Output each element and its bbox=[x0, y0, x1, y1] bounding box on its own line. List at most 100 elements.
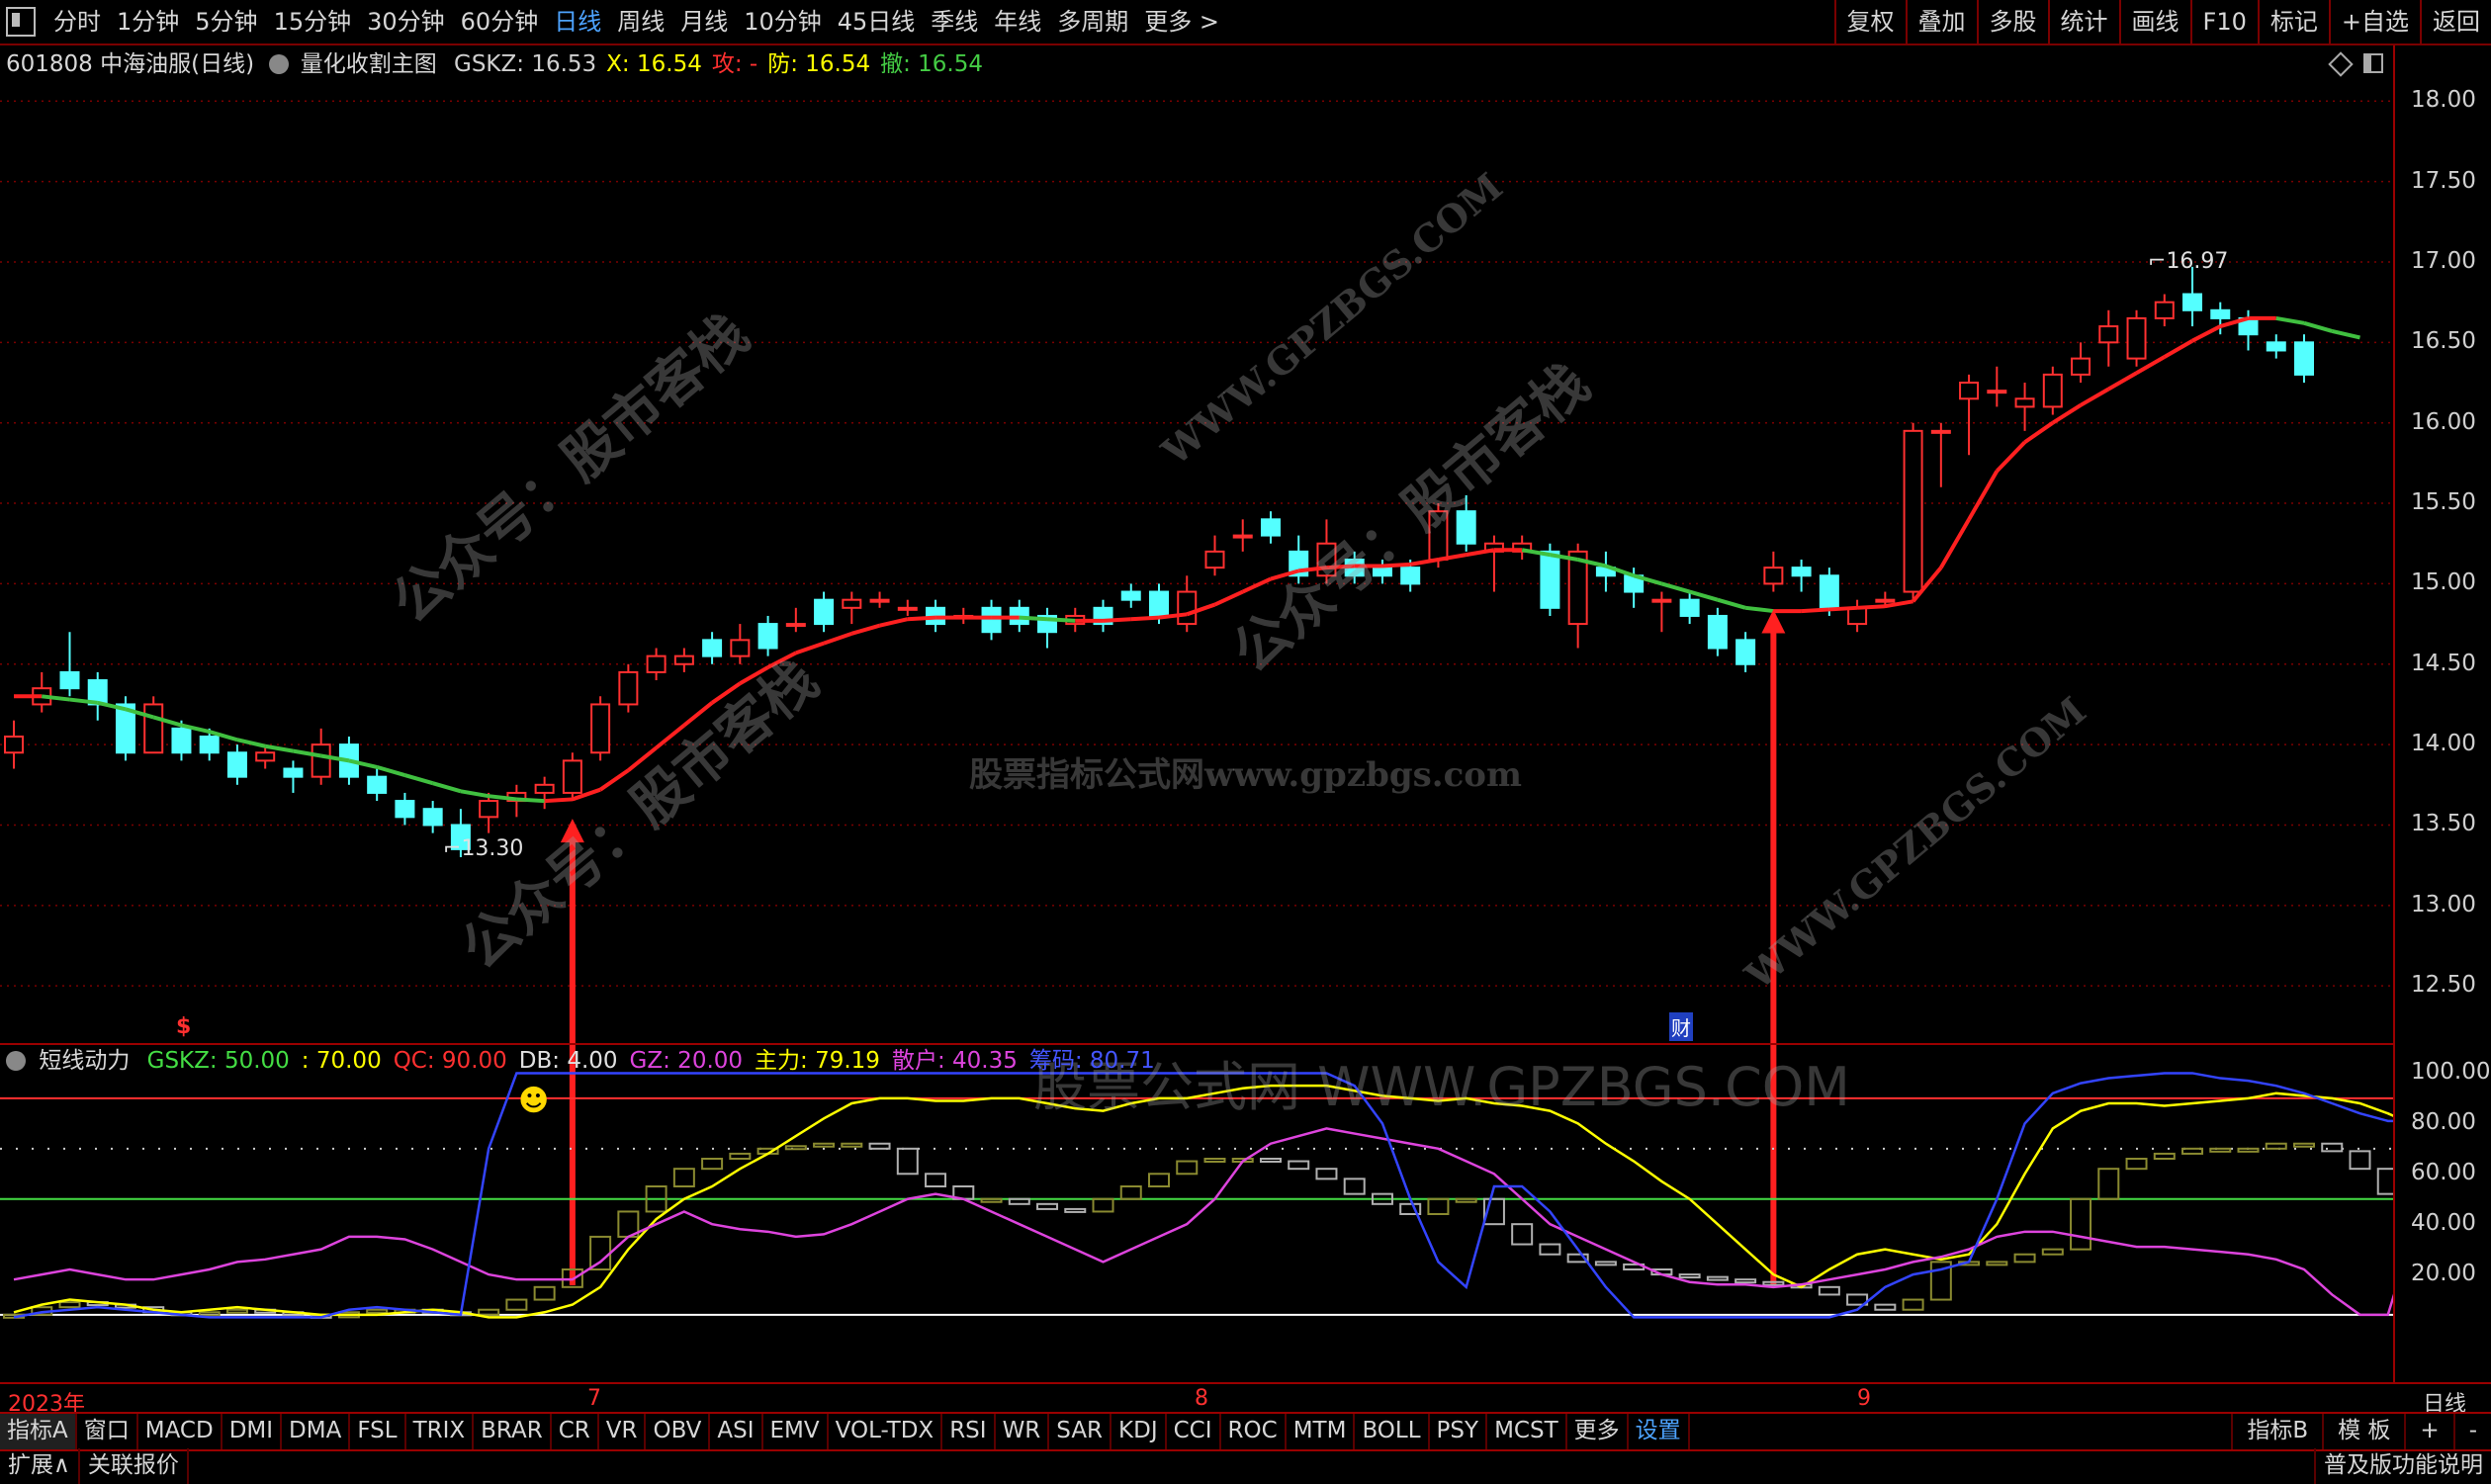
candle[interactable] bbox=[87, 671, 108, 721]
candle[interactable] bbox=[1847, 599, 1868, 633]
candle[interactable] bbox=[226, 744, 247, 785]
indicator-tab-6[interactable]: TRIX bbox=[406, 1414, 475, 1449]
indicator-tab-9[interactable]: VR bbox=[599, 1414, 647, 1449]
candle[interactable] bbox=[1037, 607, 1058, 649]
period-6[interactable]: 日线 bbox=[546, 0, 609, 44]
indicator-tab-15[interactable]: WR bbox=[996, 1414, 1050, 1449]
candle[interactable] bbox=[1930, 422, 1951, 487]
candle[interactable] bbox=[814, 591, 835, 633]
toolbar-button-2[interactable]: 多股 bbox=[1976, 0, 2048, 44]
indicator-tab-8[interactable]: CR bbox=[552, 1414, 599, 1449]
period-7[interactable]: 周线 bbox=[609, 0, 672, 44]
period-10[interactable]: 45日线 bbox=[830, 0, 924, 44]
indicator-tab-14[interactable]: RSI bbox=[942, 1414, 996, 1449]
related-quotes-button[interactable]: 关联报价 bbox=[80, 1448, 189, 1484]
indicator-tab-17[interactable]: KDJ bbox=[1112, 1414, 1167, 1449]
edition-info-button[interactable]: 普及版功能说明 bbox=[2314, 1448, 2491, 1484]
candle[interactable] bbox=[2294, 334, 2314, 384]
indicator-tab-1[interactable]: 窗口 bbox=[77, 1414, 138, 1449]
period-5[interactable]: 60分钟 bbox=[453, 0, 547, 44]
indicator-tab-right-0[interactable]: 指标B bbox=[2231, 1414, 2322, 1449]
candle[interactable] bbox=[2098, 309, 2119, 367]
indicator-tab-25[interactable]: 设置 bbox=[1629, 1414, 1690, 1449]
candle[interactable] bbox=[1232, 519, 1253, 552]
period-9[interactable]: 10分钟 bbox=[736, 0, 830, 44]
candle[interactable] bbox=[1791, 560, 1812, 592]
candle[interactable] bbox=[981, 599, 1002, 641]
candle[interactable] bbox=[395, 792, 415, 826]
toolbar-button-4[interactable]: 画线 bbox=[2118, 0, 2190, 44]
candle[interactable] bbox=[673, 648, 694, 672]
candle[interactable] bbox=[785, 607, 806, 633]
layout-toggle-icon[interactable] bbox=[6, 7, 36, 37]
candle[interactable] bbox=[367, 768, 388, 802]
period-14[interactable]: 更多 > bbox=[1136, 0, 1227, 44]
period-2[interactable]: 5分钟 bbox=[187, 0, 265, 44]
candle[interactable] bbox=[1959, 374, 1980, 456]
period-11[interactable]: 季线 bbox=[923, 0, 986, 44]
indicator-tab-0[interactable]: 指标A bbox=[0, 1414, 77, 1449]
indicator-name[interactable]: 短线动力 bbox=[39, 1048, 130, 1074]
candle[interactable] bbox=[4, 720, 24, 769]
candle[interactable] bbox=[283, 760, 304, 793]
period-1[interactable]: 1分钟 bbox=[109, 0, 187, 44]
indicator-tab-11[interactable]: ASI bbox=[710, 1414, 763, 1449]
period-13[interactable]: 多周期 bbox=[1049, 0, 1136, 44]
candle[interactable] bbox=[646, 648, 667, 681]
candle[interactable] bbox=[1204, 535, 1225, 576]
indicator-tab-4[interactable]: DMA bbox=[282, 1414, 351, 1449]
indicator-tab-right-1[interactable]: 模 板 bbox=[2322, 1414, 2404, 1449]
indicator-tab-7[interactable]: BRAR bbox=[474, 1414, 552, 1449]
candle[interactable] bbox=[143, 696, 164, 754]
candle[interactable] bbox=[32, 671, 52, 713]
indicator-tab-right-2[interactable]: + bbox=[2404, 1414, 2452, 1449]
candle[interactable] bbox=[897, 599, 918, 616]
candle[interactable] bbox=[1679, 591, 1700, 625]
candle[interactable] bbox=[2182, 266, 2203, 327]
candle[interactable] bbox=[702, 632, 723, 664]
indicator-tab-16[interactable]: SAR bbox=[1049, 1414, 1112, 1449]
indicator-tab-5[interactable]: FSL bbox=[350, 1414, 406, 1449]
candle[interactable] bbox=[2014, 383, 2035, 431]
candle[interactable] bbox=[1512, 535, 1533, 560]
candle[interactable] bbox=[1260, 511, 1281, 544]
candle[interactable] bbox=[2266, 334, 2286, 359]
candle[interactable] bbox=[1735, 632, 1756, 672]
candle[interactable] bbox=[590, 696, 611, 761]
candle[interactable] bbox=[255, 747, 276, 769]
candle[interactable] bbox=[2154, 294, 2175, 327]
indicator-tab-18[interactable]: CCI bbox=[1167, 1414, 1221, 1449]
candle[interactable] bbox=[1763, 551, 1784, 592]
indicator-tab-21[interactable]: BOLL bbox=[1355, 1414, 1430, 1449]
candle[interactable] bbox=[2042, 366, 2063, 415]
candle[interactable] bbox=[562, 752, 582, 802]
toolbar-button-0[interactable]: 复权 bbox=[1833, 0, 1906, 44]
candle[interactable] bbox=[2238, 309, 2259, 351]
indicator-collapse-icon[interactable] bbox=[6, 1051, 26, 1071]
candle[interactable] bbox=[422, 801, 443, 833]
toolbar-button-3[interactable]: 统计 bbox=[2047, 0, 2119, 44]
candle[interactable] bbox=[1987, 366, 2007, 407]
candle[interactable] bbox=[618, 663, 639, 713]
candle[interactable] bbox=[869, 591, 890, 608]
period-4[interactable]: 30分钟 bbox=[359, 0, 453, 44]
candle[interactable] bbox=[1093, 599, 1113, 633]
indicator-tab-12[interactable]: EMV bbox=[763, 1414, 829, 1449]
candle[interactable] bbox=[1177, 575, 1198, 633]
toolbar-button-8[interactable]: 返回 bbox=[2420, 0, 2491, 44]
candle[interactable] bbox=[730, 624, 751, 664]
indicator-tab-10[interactable]: OBV bbox=[646, 1414, 711, 1449]
expand-button[interactable]: 扩展∧ bbox=[0, 1448, 80, 1484]
candle[interactable] bbox=[2071, 342, 2091, 384]
period-12[interactable]: 年线 bbox=[986, 0, 1049, 44]
candle[interactable] bbox=[842, 591, 862, 625]
candle[interactable] bbox=[2126, 309, 2147, 367]
candle[interactable] bbox=[1903, 422, 1923, 600]
period-3[interactable]: 15分钟 bbox=[266, 0, 360, 44]
toolbar-button-6[interactable]: 标记 bbox=[2257, 0, 2329, 44]
indicator-tab-19[interactable]: ROC bbox=[1221, 1414, 1287, 1449]
finance-marker[interactable]: 财 bbox=[1669, 1012, 1693, 1041]
indicator-tab-22[interactable]: PSY bbox=[1430, 1414, 1488, 1449]
candle[interactable] bbox=[1120, 583, 1141, 608]
indicator-tab-13[interactable]: VOL-TDX bbox=[829, 1414, 943, 1449]
